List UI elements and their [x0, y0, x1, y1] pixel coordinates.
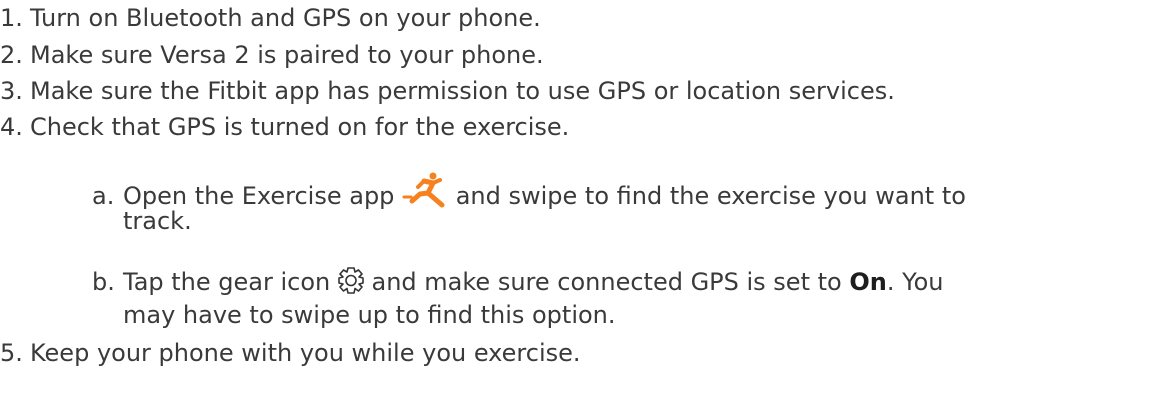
runner-icon — [402, 172, 448, 215]
substep-text: and make sure connected GPS is set to — [371, 268, 842, 296]
step-3: 3. Make sure the Fitbit app has permissio… — [0, 76, 895, 106]
substep-text: may have to swipe up to find this option… — [123, 301, 616, 329]
step-4: 4. Check that GPS is turned on for the ex… — [0, 112, 569, 142]
substep-a: a. Open the Exercise app and swipe to fin… — [92, 172, 966, 210]
step-marker: 3. — [0, 77, 23, 105]
substep-text: . You — [886, 268, 944, 296]
step-text: Make sure Versa 2 is paired to your phon… — [30, 41, 544, 69]
substep-marker: b. — [92, 268, 115, 296]
step-marker: 1. — [0, 4, 23, 32]
step-marker: 5. — [0, 339, 23, 367]
substep-b: b. Tap the gear icon and make sure connec… — [92, 266, 943, 296]
step-2: 2. Make sure Versa 2 is paired to your ph… — [0, 40, 544, 70]
step-5: 5. Keep your phone with you while you exe… — [0, 338, 581, 368]
substep-text: and swipe to find the exercise you want … — [455, 182, 966, 210]
step-text: Turn on Bluetooth and GPS on your phone. — [30, 4, 541, 32]
instructions-page: 1. Turn on Bluetooth and GPS on your phon… — [0, 0, 1159, 405]
substep-b-continuation: may have to swipe up to find this option… — [123, 300, 616, 330]
step-marker: 4. — [0, 113, 23, 141]
substep-text: track. — [123, 207, 192, 235]
step-text: Check that GPS is turned on for the exer… — [30, 113, 570, 141]
substep-a-continuation: track. — [123, 206, 192, 236]
step-text: Make sure the Fitbit app has permission … — [30, 77, 895, 105]
step-1: 1. Turn on Bluetooth and GPS on your phon… — [0, 3, 541, 33]
step-marker: 2. — [0, 41, 23, 69]
substep-text: Tap the gear icon — [123, 268, 331, 296]
step-text: Keep your phone with you while you exerc… — [30, 339, 581, 367]
setting-value-on: On — [849, 268, 887, 296]
substep-marker: a. — [92, 182, 115, 210]
gear-icon — [338, 266, 364, 301]
